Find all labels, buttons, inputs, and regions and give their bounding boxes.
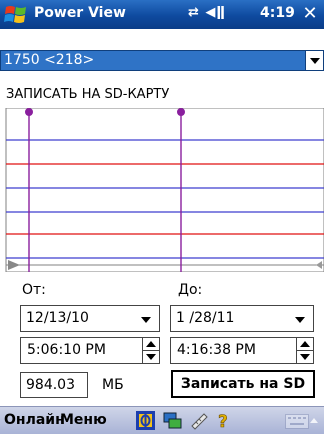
connectivity-volume-icon[interactable]: ⇄ ◀ǁ [188, 5, 226, 20]
chevron-down-icon[interactable] [141, 317, 151, 323]
chevron-down-icon[interactable] [295, 317, 305, 323]
help-icon[interactable]: ? [214, 411, 233, 430]
size-value: 984.03 [26, 377, 75, 393]
keyboard-icon[interactable] [285, 414, 309, 429]
range-start-handle[interactable] [25, 108, 33, 116]
menu-bar: Онлайн Меню ? [0, 406, 324, 434]
windows-start-icon[interactable] [4, 3, 28, 26]
to-label: До: [178, 282, 203, 298]
spin-down-icon[interactable] [146, 354, 156, 360]
online-softkey[interactable]: Онлайн [4, 412, 65, 428]
to-date-value: 1 /28/11 [176, 310, 235, 326]
write-to-sd-button[interactable]: Записать на SD [171, 370, 315, 398]
power-view-app-icon[interactable] [136, 411, 155, 430]
from-date-value: 12/13/10 [26, 310, 89, 326]
range-end-handle[interactable] [177, 108, 185, 116]
spinner-buttons[interactable] [296, 338, 313, 363]
menu-softkey[interactable]: Меню [60, 412, 107, 428]
ruler-icon[interactable] [190, 411, 209, 430]
size-field: 984.03 [20, 372, 88, 398]
network-icon[interactable] [163, 411, 182, 430]
chart-frame [5, 108, 324, 272]
svg-text:?: ? [218, 412, 228, 430]
spin-up-icon[interactable] [300, 341, 310, 347]
to-time-value: 4:16:38 PM [177, 342, 256, 358]
to-time-spinner[interactable]: 4:16:38 PM [170, 337, 314, 364]
from-time-value: 5:06:10 PM [27, 342, 106, 358]
size-unit: МБ [102, 377, 124, 393]
from-time-spinner[interactable]: 5:06:10 PM [20, 337, 160, 364]
close-button[interactable]: ✕ [298, 2, 322, 26]
title-bar: Power View ⇄ ◀ǁ 4:19 ✕ [0, 0, 324, 29]
chevron-down-icon[interactable] [305, 51, 323, 70]
spin-down-icon[interactable] [300, 354, 310, 360]
section-label: ЗАПИСАТЬ НА SD-КАРТУ [6, 87, 170, 102]
spinner-buttons[interactable] [142, 338, 159, 363]
range-chart[interactable] [0, 108, 324, 272]
from-date-picker[interactable]: 12/13/10 [20, 305, 160, 332]
to-date-picker[interactable]: 1 /28/11 [170, 305, 314, 332]
device-select-value: 1750 <218> [4, 52, 95, 68]
chevron-up-icon[interactable] [310, 418, 318, 423]
spin-up-icon[interactable] [146, 341, 156, 347]
app-title: Power View [34, 5, 126, 21]
device-select[interactable]: 1750 <218> [0, 50, 324, 71]
from-label: От: [22, 282, 46, 298]
clock[interactable]: 4:19 [260, 5, 295, 21]
